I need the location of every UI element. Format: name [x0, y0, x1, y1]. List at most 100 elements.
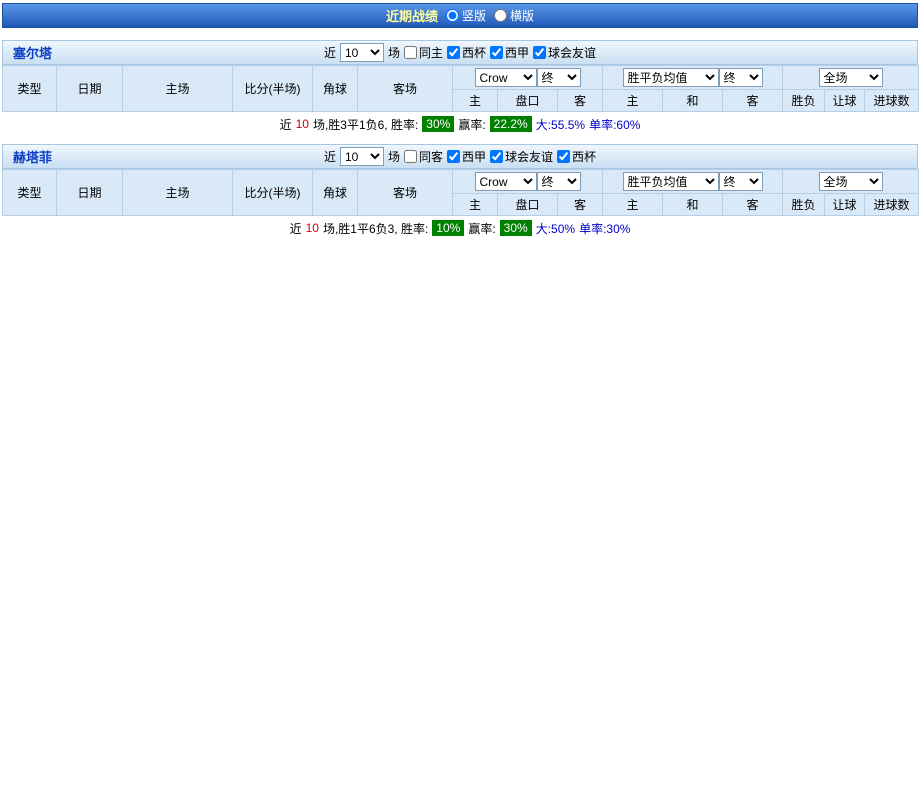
filter-checkbox-input[interactable]	[490, 46, 503, 59]
filter-checkbox[interactable]: 同主	[404, 44, 443, 61]
filter-checkbox[interactable]: 西杯	[557, 148, 596, 165]
vertical-radio-label: 竖版	[462, 7, 486, 24]
filter-checkbox-label: 西杯	[462, 44, 486, 61]
single-rate: 单率:60%	[589, 116, 640, 133]
avg-group-header: 胜平负均值终	[603, 66, 783, 90]
big-rate: 大:50%	[536, 220, 575, 237]
filter-checkbox[interactable]: 西甲	[490, 44, 529, 61]
col-corners: 角球	[313, 66, 358, 112]
filter-checkbox-input[interactable]	[404, 46, 417, 59]
recent-suffix: 场	[388, 148, 400, 165]
topbar: 近期战绩 竖版 横版	[2, 3, 918, 28]
subcol-result: 胜负	[783, 194, 825, 216]
win-rate-badge: 30%	[422, 116, 454, 132]
summary-prefix: 近	[280, 116, 292, 133]
col-league: 类型	[3, 66, 57, 112]
profit-label: 赢率:	[468, 220, 495, 237]
recent-count-select[interactable]: 10	[340, 43, 384, 62]
filter-checkbox-input[interactable]	[490, 150, 503, 163]
single-rate: 单率:30%	[579, 220, 630, 237]
filter-checkbox-input[interactable]	[533, 46, 546, 59]
col-score: 比分(半场)	[233, 170, 313, 216]
subcol-odds-home: 主	[453, 90, 498, 112]
filter-checkbox-input[interactable]	[447, 150, 460, 163]
big-rate: 大:55.5%	[536, 116, 585, 133]
col-league: 类型	[3, 170, 57, 216]
fulltime-group-header: 全场	[783, 170, 919, 194]
filter-checkbox-label: 同客	[419, 148, 443, 165]
filter-checkbox-label: 西甲	[505, 44, 529, 61]
page-title: 近期战绩	[386, 6, 438, 25]
subcol-avg-draw: 和	[663, 194, 723, 216]
fulltime-select[interactable]: 全场	[819, 68, 883, 87]
summary-record: 场,胜1平6负3, 胜率:	[323, 220, 428, 237]
vertical-radio[interactable]	[446, 9, 459, 22]
filter-checkbox[interactable]: 球会友谊	[490, 148, 553, 165]
filter-checkbox-label: 球会友谊	[548, 44, 596, 61]
avg-type-select[interactable]: 胜平负均值	[623, 68, 719, 87]
recent-prefix: 近	[324, 44, 336, 61]
layout-horizontal-option[interactable]: 横版	[494, 7, 534, 24]
profit-label: 赢率:	[458, 116, 485, 133]
summary-record: 场,胜3平1负6, 胜率:	[313, 116, 418, 133]
subcol-odds-away: 客	[558, 194, 603, 216]
col-corners: 角球	[313, 170, 358, 216]
filter-checkbox[interactable]: 球会友谊	[533, 44, 596, 61]
odds-source-select[interactable]: Crow	[475, 68, 537, 87]
col-away: 客场	[358, 170, 453, 216]
subcol-avg-away: 客	[723, 194, 783, 216]
page: 近期战绩 竖版 横版 塞尔塔 近 10 场 同主西杯西甲球会友谊	[0, 0, 920, 252]
subcol-goals: 进球数	[865, 194, 919, 216]
odds-source-select[interactable]: Crow	[475, 172, 537, 191]
table-header: 类型 日期 主场 比分(半场) 角球 客场 Crow终 胜平负均值终 全场	[3, 66, 919, 112]
odds-group-header: Crow终	[453, 66, 603, 90]
filter-checkbox-group: 同主 西杯 西甲 球会友谊	[404, 44, 596, 61]
subcol-avg-home: 主	[603, 194, 663, 216]
filter-checkbox-label: 西甲	[462, 148, 486, 165]
col-date: 日期	[57, 170, 123, 216]
filter-checkbox-input[interactable]	[557, 150, 570, 163]
recent-count-select[interactable]: 10	[340, 147, 384, 166]
filter-checkbox[interactable]: 同客	[404, 148, 443, 165]
recent-prefix: 近	[324, 148, 336, 165]
col-home: 主场	[123, 66, 233, 112]
fulltime-group-header: 全场	[783, 66, 919, 90]
summary-prefix: 近	[290, 220, 302, 237]
filter-checkbox-input[interactable]	[447, 46, 460, 59]
filter-checkbox-group: 同客 西甲 球会友谊 西杯	[404, 148, 596, 165]
matches-table: 类型 日期 主场 比分(半场) 角球 客场 Crow终 胜平负均值终 全场	[2, 169, 919, 216]
filter-checkbox[interactable]: 西甲	[447, 148, 486, 165]
avg-type-select[interactable]: 胜平负均值	[623, 172, 719, 191]
odds-final-select[interactable]: 终	[537, 68, 581, 87]
horizontal-radio[interactable]	[494, 9, 507, 22]
subcol-goals: 进球数	[865, 90, 919, 112]
section-summary: 近 10 场,胜1平6负3, 胜率: 10% 赢率: 30% 大:50% 单率:30…	[2, 216, 918, 240]
subcol-avg-draw: 和	[663, 90, 723, 112]
recent-suffix: 场	[388, 44, 400, 61]
col-away: 客场	[358, 66, 453, 112]
subcol-avg-away: 客	[723, 90, 783, 112]
subcol-odds-away: 客	[558, 90, 603, 112]
team-section: 塞尔塔 近 10 场 同主西杯西甲球会友谊 类型 日期	[2, 40, 918, 136]
subcol-odds-home: 主	[453, 194, 498, 216]
filter-bar: 近 10 场 同主 西杯 西甲 球会友谊	[324, 43, 596, 62]
filter-checkbox-label: 西杯	[572, 148, 596, 165]
profit-rate-badge: 30%	[500, 220, 532, 236]
win-rate-badge: 10%	[432, 220, 464, 236]
section-header-bar: 赫塔菲 近 10 场 同客 西甲 球会友谊 西杯	[2, 144, 918, 169]
subcol-handicap-result: 让球	[825, 90, 865, 112]
avg-group-header: 胜平负均值终	[603, 170, 783, 194]
filter-checkbox-input[interactable]	[404, 150, 417, 163]
fulltime-select[interactable]: 全场	[819, 172, 883, 191]
odds-final-select[interactable]: 终	[537, 172, 581, 191]
summary-count: 10	[306, 221, 319, 235]
layout-vertical-option[interactable]: 竖版	[446, 7, 486, 24]
filter-checkbox-label: 球会友谊	[505, 148, 553, 165]
subcol-result: 胜负	[783, 90, 825, 112]
avg-final-select[interactable]: 终	[719, 68, 763, 87]
subcol-handicap: 盘口	[498, 194, 558, 216]
col-score: 比分(半场)	[233, 66, 313, 112]
filter-checkbox[interactable]: 西杯	[447, 44, 486, 61]
team-name: 赫塔菲	[13, 147, 52, 166]
avg-final-select[interactable]: 终	[719, 172, 763, 191]
